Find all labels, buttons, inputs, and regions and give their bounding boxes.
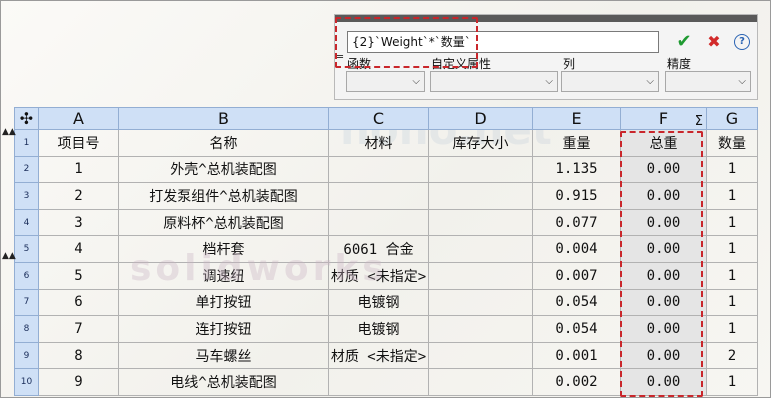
row-header[interactable]: 5 bbox=[14, 235, 39, 263]
table-cell[interactable]: 电镀钢 bbox=[328, 315, 429, 343]
table-cell[interactable]: 1 bbox=[706, 155, 758, 184]
row-marker-top: ▲▲ bbox=[2, 127, 16, 137]
column-dropdown[interactable]: ⌵ bbox=[561, 71, 659, 92]
row-header[interactable]: 3 bbox=[14, 182, 39, 210]
table-cell[interactable]: 原料杯^总机装配图 bbox=[118, 208, 329, 237]
column-header-d[interactable]: D bbox=[428, 107, 533, 130]
table-cell[interactable]: 重量 bbox=[532, 129, 621, 157]
precision-dropdown[interactable]: ⌵ bbox=[665, 71, 751, 92]
table-cell[interactable]: 连打按钮 bbox=[118, 315, 329, 343]
row-header[interactable]: 8 bbox=[14, 315, 39, 343]
table-cell[interactable]: 2 bbox=[38, 182, 119, 210]
table-cell[interactable]: 0.915 bbox=[532, 182, 621, 210]
table-cell[interactable] bbox=[428, 155, 533, 184]
custom-property-dropdown[interactable]: ⌵ bbox=[430, 71, 558, 92]
table-cell[interactable]: 打发泵组件^总机装配图 bbox=[118, 182, 329, 210]
column-header-e[interactable]: E bbox=[532, 107, 621, 130]
table-cell[interactable]: 1 bbox=[706, 235, 758, 263]
formula-highlight bbox=[335, 17, 478, 68]
table-cell[interactable]: 2 bbox=[706, 341, 758, 370]
row-header[interactable]: 2 bbox=[14, 155, 39, 184]
table-cell[interactable]: 1 bbox=[706, 208, 758, 237]
table-cell[interactable]: 1 bbox=[706, 182, 758, 210]
table-cell[interactable]: 1 bbox=[706, 261, 758, 290]
table-cell[interactable] bbox=[328, 368, 429, 396]
row-header[interactable]: 6 bbox=[14, 261, 39, 290]
chevron-down-icon: ⌵ bbox=[646, 76, 654, 87]
table-cell[interactable]: 材质 <未指定> bbox=[328, 261, 429, 290]
table-cell[interactable]: 0.054 bbox=[532, 288, 621, 317]
column-header-f-letter: F bbox=[658, 109, 669, 128]
chevron-down-icon: ⌵ bbox=[412, 76, 420, 87]
table-cell[interactable] bbox=[428, 182, 533, 210]
table-cell[interactable]: 0.001 bbox=[532, 341, 621, 370]
table-cell[interactable]: 3 bbox=[38, 208, 119, 237]
table-cell[interactable]: 材料 bbox=[328, 129, 429, 157]
table-cell[interactable]: 单打按钮 bbox=[118, 288, 329, 317]
table-cell[interactable]: 电线^总机装配图 bbox=[118, 368, 329, 396]
table-cell[interactable]: 1 bbox=[706, 368, 758, 396]
row-header[interactable]: 10 bbox=[14, 368, 39, 396]
total-weight-highlight bbox=[620, 131, 703, 397]
table-cell[interactable]: 0.004 bbox=[532, 235, 621, 263]
column-header-g[interactable]: G bbox=[706, 107, 758, 130]
table-cell[interactable]: 库存大小 bbox=[428, 129, 533, 157]
table-cell[interactable]: 1 bbox=[706, 288, 758, 317]
table-cell[interactable]: 5 bbox=[38, 261, 119, 290]
column-header-f[interactable]: FΣ bbox=[620, 107, 707, 130]
table-cell[interactable]: 0.002 bbox=[532, 368, 621, 396]
confirm-check-icon[interactable]: ✔ bbox=[675, 33, 693, 51]
table-cell[interactable] bbox=[428, 288, 533, 317]
table-cell[interactable]: 0.007 bbox=[532, 261, 621, 290]
column-label: 列 bbox=[563, 57, 576, 71]
table-cell[interactable]: 6 bbox=[38, 288, 119, 317]
table-cell[interactable]: 8 bbox=[38, 341, 119, 370]
table-cell[interactable]: 0.054 bbox=[532, 315, 621, 343]
table-cell[interactable]: 名称 bbox=[118, 129, 329, 157]
table-cell[interactable] bbox=[428, 368, 533, 396]
table-cell[interactable] bbox=[428, 261, 533, 290]
table-cell[interactable]: 项目号 bbox=[38, 129, 119, 157]
table-cell[interactable]: 数量 bbox=[706, 129, 758, 157]
column-header-a[interactable]: A bbox=[38, 107, 119, 130]
column-header-c[interactable]: C bbox=[328, 107, 429, 130]
precision-label: 精度 bbox=[667, 57, 692, 71]
cancel-x-icon[interactable]: ✖ bbox=[705, 33, 723, 51]
move-table-icon[interactable]: ✣ bbox=[14, 107, 39, 130]
table-cell[interactable]: 档杆套 bbox=[118, 235, 329, 263]
table-cell[interactable]: 外壳^总机装配图 bbox=[118, 155, 329, 184]
table-cell[interactable] bbox=[328, 155, 429, 184]
table-cell[interactable]: 马车螺丝 bbox=[118, 341, 329, 370]
chevron-down-icon: ⌵ bbox=[738, 76, 746, 87]
row-header[interactable]: 7 bbox=[14, 288, 39, 317]
sigma-icon: Σ bbox=[694, 114, 703, 129]
column-header-b[interactable]: B bbox=[118, 107, 329, 130]
table-cell[interactable]: 4 bbox=[38, 235, 119, 263]
row-header[interactable]: 1 bbox=[14, 129, 39, 157]
chevron-down-icon: ⌵ bbox=[545, 76, 553, 87]
table-cell[interactable]: 1 bbox=[706, 315, 758, 343]
table-cell[interactable] bbox=[328, 182, 429, 210]
table-cell[interactable] bbox=[428, 341, 533, 370]
table-cell[interactable]: 1.135 bbox=[532, 155, 621, 184]
column-header-row: ✣ A B C D E FΣ G bbox=[14, 107, 758, 130]
table-cell[interactable] bbox=[328, 208, 429, 237]
table-cell[interactable]: 1 bbox=[38, 155, 119, 184]
row-marker-mid: ▲▲ bbox=[2, 251, 16, 261]
table-cell[interactable]: 材质 <未指定> bbox=[328, 341, 429, 370]
help-icon[interactable]: ? bbox=[734, 34, 750, 50]
table-cell[interactable]: 7 bbox=[38, 315, 119, 343]
table-cell[interactable] bbox=[428, 235, 533, 263]
table-cell[interactable]: 电镀钢 bbox=[328, 288, 429, 317]
table-cell[interactable]: 调速纽 bbox=[118, 261, 329, 290]
table-cell[interactable]: 6061 合金 bbox=[328, 235, 429, 263]
table-cell[interactable] bbox=[428, 208, 533, 237]
table-cell[interactable]: 0.077 bbox=[532, 208, 621, 237]
table-cell[interactable]: 9 bbox=[38, 368, 119, 396]
row-header[interactable]: 9 bbox=[14, 341, 39, 370]
row-header[interactable]: 4 bbox=[14, 208, 39, 237]
function-dropdown[interactable]: ⌵ bbox=[346, 71, 425, 92]
table-cell[interactable] bbox=[428, 315, 533, 343]
